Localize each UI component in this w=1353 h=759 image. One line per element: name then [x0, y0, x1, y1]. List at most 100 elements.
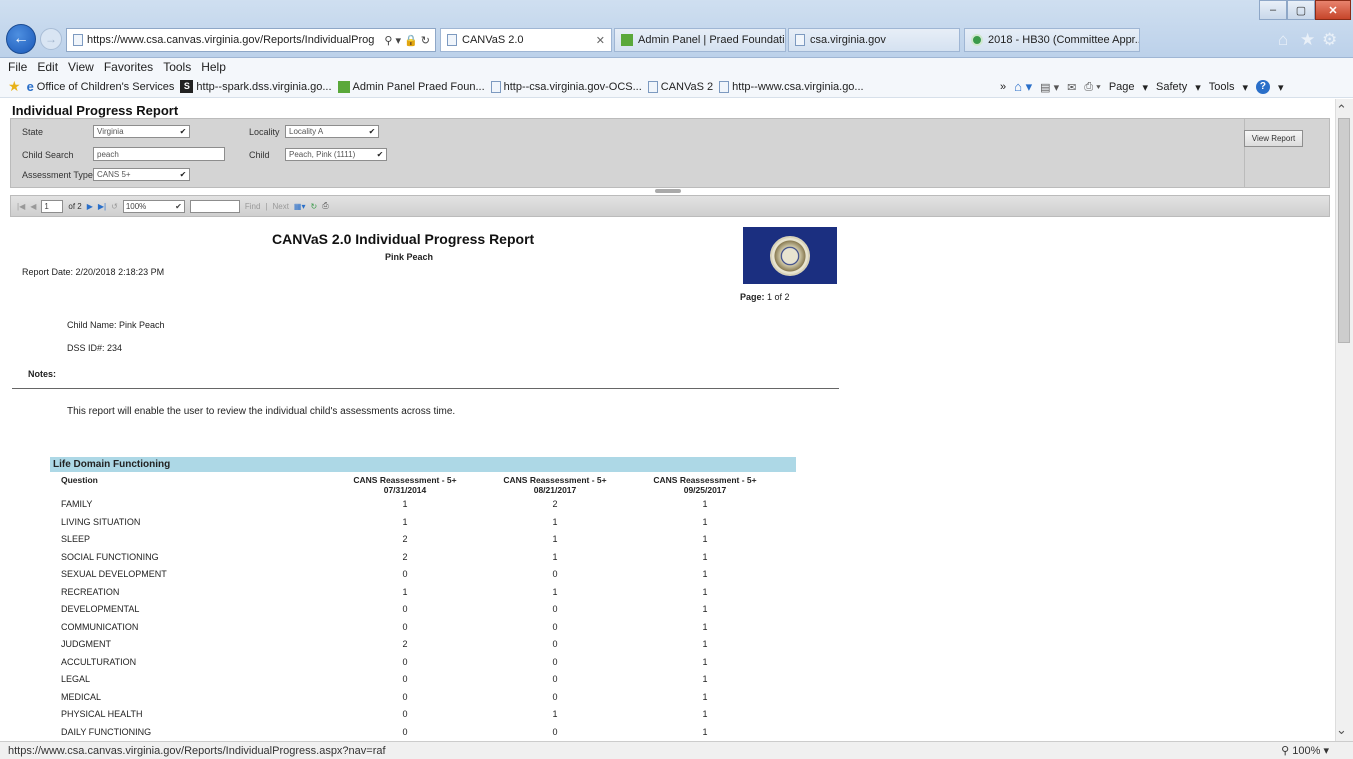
score-cell: 0: [552, 726, 558, 737]
refresh-icon[interactable]: ↻: [311, 202, 318, 211]
rss-feed-icon[interactable]: ▤ ▾: [1040, 81, 1059, 94]
page-icon: [795, 34, 805, 46]
page-menu[interactable]: Page: [1109, 81, 1135, 93]
page-title: Individual Progress Report: [12, 103, 179, 118]
home-icon[interactable]: ⌂: [1278, 30, 1288, 50]
address-bar[interactable]: https://www.csa.canvas.virginia.gov/Repo…: [66, 28, 436, 52]
zoom-select[interactable]: 100% ✔: [122, 199, 185, 213]
tab-hb30[interactable]: 2018 - HB30 (Committee Appr...: [964, 28, 1140, 52]
menu-tools[interactable]: Tools: [163, 60, 191, 74]
favorite-csa-ocs[interactable]: http--csa.virginia.gov-OCS...: [490, 80, 642, 93]
assessment-type-select[interactable]: CANS 5+ ✔: [93, 168, 190, 181]
menu-help[interactable]: Help: [201, 60, 226, 74]
favorite-ocs[interactable]: e Office of Children's Services: [27, 79, 175, 94]
tab-label: Admin Panel | Praed Foundati...: [638, 34, 786, 46]
tab-canvas[interactable]: CANVaS 2.0 ✕: [440, 28, 612, 52]
score-cell: 1: [402, 586, 408, 597]
question-name: DAILY FUNCTIONING: [61, 726, 152, 737]
score-cell: 1: [702, 691, 708, 702]
notes-label: Notes:: [28, 369, 57, 379]
find-next-link[interactable]: Next: [272, 202, 288, 211]
last-page-icon[interactable]: ▶|: [98, 202, 106, 211]
table-row: COMMUNICATION 0 0 1: [61, 620, 781, 638]
maximize-button[interactable]: ▢: [1287, 0, 1315, 20]
score-cell: 2: [402, 551, 408, 562]
section-header: Life Domain Functioning: [50, 457, 796, 472]
menu-edit[interactable]: Edit: [37, 60, 58, 74]
close-tab-icon[interactable]: ✕: [596, 34, 605, 47]
back-button[interactable]: ←: [6, 24, 36, 54]
favorites-star-icon[interactable]: ★: [1300, 30, 1315, 50]
column-header-1: CANS Reassessment - 5+ 07/31/2014: [353, 475, 457, 495]
mail-icon[interactable]: ✉: [1067, 81, 1076, 94]
locality-select[interactable]: Locality A ✔: [285, 125, 379, 138]
question-name: SLEEP: [61, 534, 91, 544]
tab-admin-panel[interactable]: Admin Panel | Praed Foundati...: [614, 28, 786, 52]
arrow-left-icon: ←: [13, 30, 29, 47]
favorite-csa-www[interactable]: http--www.csa.virginia.go...: [719, 80, 864, 93]
safety-menu[interactable]: Safety: [1156, 81, 1187, 93]
export-icon[interactable]: ▦▾: [294, 202, 306, 211]
gear-icon[interactable]: ⚙: [1322, 30, 1337, 50]
locality-label: Locality: [249, 127, 280, 137]
print-icon[interactable]: ⎙ ▾: [1084, 81, 1100, 94]
forward-button[interactable]: →: [40, 28, 62, 50]
page-icon: [73, 34, 83, 46]
globe-favicon-icon: [971, 34, 983, 46]
score-cell: 1: [702, 621, 708, 632]
score-cell: 0: [402, 674, 408, 684]
panel-splitter-handle[interactable]: [655, 189, 681, 193]
favorite-spark[interactable]: Shttp--spark.dss.virginia.go...: [180, 80, 332, 93]
print-icon[interactable]: ⎙: [322, 201, 328, 211]
arrow-right-icon: →: [45, 32, 57, 46]
page-number-input[interactable]: 1: [41, 199, 64, 213]
chevron-right-icon[interactable]: »: [1000, 81, 1006, 93]
table-row: FAMILY 1 2 1: [61, 497, 781, 515]
close-window-button[interactable]: ✕: [1315, 0, 1351, 20]
find-text-input[interactable]: [189, 199, 240, 213]
zoom-level[interactable]: ⚲ 100% ▾: [1281, 744, 1329, 757]
find-link[interactable]: Find: [245, 202, 261, 211]
table-row: ACCULTURATION 0 0 1: [61, 655, 781, 673]
child-search-label: Child Search: [22, 150, 74, 160]
home-icon[interactable]: ⌂ ▾: [1014, 79, 1032, 95]
search-icon[interactable]: ⚲ ▾ 🔒 ↻: [384, 34, 435, 47]
tab-label: csa.virginia.gov: [810, 34, 886, 46]
table-row: LEGAL 0 0 1: [61, 672, 781, 690]
state-select[interactable]: Virginia ✔: [93, 125, 190, 138]
favorite-admin-panel[interactable]: Admin Panel Praed Foun...: [337, 80, 485, 93]
menu-favorites[interactable]: Favorites: [104, 60, 153, 74]
score-cell: 0: [552, 656, 558, 667]
report-subtitle: Pink Peach: [385, 252, 434, 262]
previous-page-icon[interactable]: ◀: [30, 202, 36, 211]
menu-file[interactable]: File: [8, 60, 27, 74]
scrollbar-thumb[interactable]: [1338, 118, 1350, 343]
command-bar: » ⌂ ▾ ▤ ▾ ✉ ⎙ ▾ Page ▾ Safety ▾ Tools ▾ ? ▾: [1000, 76, 1284, 98]
next-page-icon[interactable]: ▶: [87, 202, 93, 211]
scroll-down-icon[interactable]: ⌄: [1336, 722, 1347, 738]
score-cell: 0: [552, 604, 558, 614]
help-icon[interactable]: ?: [1255, 80, 1270, 94]
first-page-icon[interactable]: |◀: [17, 202, 25, 211]
score-cell: 1: [702, 551, 708, 562]
favorite-canvas2[interactable]: CANVaS 2: [647, 80, 713, 93]
child-select[interactable]: Peach, Pink (1111) ✔: [285, 148, 387, 161]
favorites-star-icon[interactable]: ★: [8, 78, 21, 95]
child-search-input[interactable]: peach: [93, 147, 225, 161]
scroll-up-icon[interactable]: ⌃: [1336, 102, 1347, 118]
report-parameters-panel: State Virginia ✔ Locality Locality A ✔ Chi…: [10, 118, 1330, 188]
tab-csa[interactable]: csa.virginia.gov: [788, 28, 960, 52]
question-name: COMMUNICATION: [61, 621, 139, 632]
page-viewport: Individual Progress Report State Virgini…: [0, 99, 1335, 741]
tools-menu[interactable]: Tools: [1209, 81, 1235, 93]
menu-view[interactable]: View: [68, 60, 94, 74]
state-seal-icon: [770, 235, 810, 276]
ie-icon: e: [26, 79, 34, 94]
score-cell: 0: [402, 621, 408, 632]
score-cell: 1: [552, 516, 558, 527]
view-report-button[interactable]: View Report: [1244, 130, 1303, 147]
score-cell: 1: [552, 534, 558, 544]
minimize-button[interactable]: –: [1259, 0, 1287, 20]
back-to-parent-icon[interactable]: ↺: [111, 202, 118, 211]
chevron-down-icon: ✔: [179, 170, 187, 179]
